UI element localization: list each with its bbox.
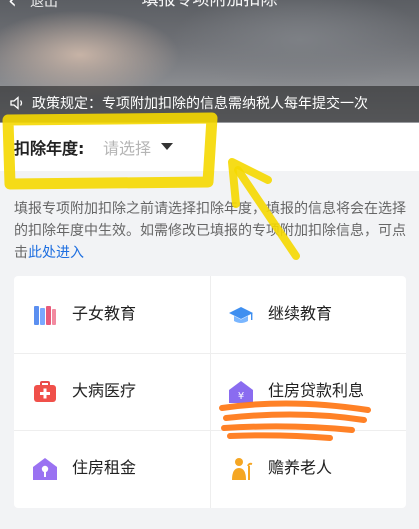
policy-notice: 政策规定：专项附加扣除的信息需纳税人每年提交一次 — [0, 86, 419, 122]
category-grid: 子女教育 继续教育 大病医疗 ¥ 住房贷款利息 住房租金 赡养老人 — [14, 276, 406, 508]
medical-kit-icon — [34, 381, 56, 402]
graduation-cap-icon — [229, 307, 253, 323]
category-label: 住房租金 — [72, 458, 137, 477]
category-supporting-elderly[interactable]: 赡养老人 — [210, 430, 406, 507]
category-label: 住房贷款利息 — [268, 381, 365, 400]
year-select-placeholder[interactable]: 请选择 — [103, 135, 151, 159]
category-label: 继续教育 — [268, 304, 333, 323]
caret-down-icon[interactable] — [161, 143, 173, 150]
category-housing-rent[interactable]: 住房租金 — [14, 430, 210, 507]
elder-icon — [232, 458, 253, 480]
edit-entry-link[interactable]: 此处进入 — [28, 245, 84, 261]
page-title: 填报专项附加扣除 — [141, 0, 278, 10]
category-serious-illness-medical[interactable]: 大病医疗 — [14, 353, 210, 430]
policy-notice-text: 政策规定：专项附加扣除的信息需纳税人每年提交一次 — [32, 96, 368, 112]
svg-text:¥: ¥ — [238, 391, 244, 402]
nav-bar: ‹ 退出 填报专项附加扣除 — [0, 0, 419, 20]
description: 填报专项附加扣除之前请选择扣除年度，填报的信息将会在选择的扣除年度中生效。如需修… — [14, 198, 406, 264]
category-children-education[interactable]: 子女教育 — [14, 276, 210, 353]
speaker-icon — [10, 96, 23, 110]
header-banner: ‹ 退出 填报专项附加扣除 政策规定：专项附加扣除的信息需纳税人每年提交一次 — [0, 0, 419, 123]
year-label: 扣除年度: — [14, 139, 85, 158]
house-key-icon — [33, 458, 57, 480]
books-icon — [34, 306, 56, 325]
category-housing-loan-interest[interactable]: ¥ 住房贷款利息 — [210, 353, 406, 430]
category-label: 子女教育 — [72, 304, 137, 323]
category-label: 大病医疗 — [72, 381, 137, 400]
house-yuan-icon: ¥ — [229, 381, 253, 403]
category-continuing-education[interactable]: 继续教育 — [210, 276, 406, 353]
deduction-year-selector[interactable]: 扣除年度: 请选择 — [0, 123, 419, 171]
category-label: 赡养老人 — [268, 458, 333, 477]
